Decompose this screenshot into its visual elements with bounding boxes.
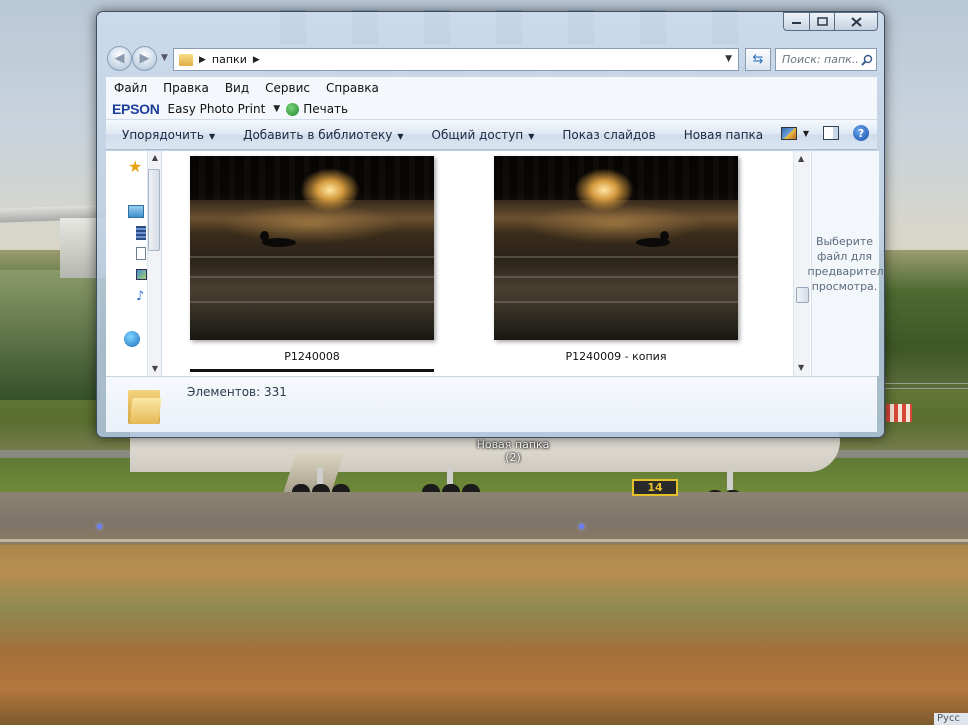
search-box[interactable]: Поиск: папк...: [775, 48, 877, 71]
new-folder-button[interactable]: Новая папка: [684, 128, 763, 142]
forward-arrow-icon: ▶: [139, 51, 150, 66]
scroll-up-icon[interactable]: ▲: [798, 154, 804, 163]
breadcrumb-folder[interactable]: папки: [212, 53, 247, 66]
close-button[interactable]: [834, 12, 878, 31]
music-icon[interactable]: ♪: [136, 289, 144, 304]
striped-marker: [886, 404, 912, 422]
close-icon: [850, 16, 862, 27]
photo-thumbnail[interactable]: [190, 156, 434, 340]
libraries-icon[interactable]: [128, 205, 144, 218]
epson-logo: EPSON: [112, 101, 160, 117]
network-icon[interactable]: [124, 331, 140, 347]
scroll-up-icon[interactable]: ▲: [152, 153, 158, 162]
print-icon: [286, 102, 300, 116]
menu-edit[interactable]: Правка: [163, 81, 209, 95]
share-label: Общий доступ: [431, 127, 524, 142]
organize-button[interactable]: Упорядочить ▼: [122, 128, 215, 142]
folder-icon: [179, 53, 193, 66]
menu-view[interactable]: Вид: [225, 81, 249, 95]
navpane-scroll-thumb[interactable]: [148, 169, 160, 251]
gear-strut: [727, 470, 733, 490]
photo-thumbnail[interactable]: [494, 156, 738, 340]
details-pane: Элементов: 331: [106, 376, 877, 432]
organize-label: Упорядочить: [122, 127, 204, 142]
epson-print-button[interactable]: Печать: [303, 102, 348, 116]
maximize-button[interactable]: [809, 12, 834, 31]
runway-light: [579, 524, 584, 529]
navpane-scrollbar[interactable]: ▲ ▼: [147, 151, 161, 376]
language-indicator[interactable]: Русс: [934, 713, 968, 725]
pictures-icon[interactable]: [136, 269, 147, 280]
desktop-folder-count: (2): [505, 451, 521, 464]
breadcrumb-chevron-icon[interactable]: ▶: [253, 55, 260, 65]
command-bar: Упорядочить ▼ Добавить в библиотеку ▼ Общи…: [106, 120, 877, 150]
folder-icon: [128, 386, 162, 424]
help-icon[interactable]: ?: [853, 125, 869, 141]
preview-pane-message: Выберите файл для предварительного просм…: [807, 234, 885, 293]
file-item[interactable]: P1240009 - копия: [494, 156, 738, 363]
scroll-down-icon[interactable]: ▼: [798, 363, 804, 372]
explorer-window: ◀ ▶ ▼ ▶ папки ▶ ▼ ⇆ Поиск: папк... Файл …: [96, 11, 885, 438]
back-button[interactable]: ◀: [107, 46, 132, 71]
epson-dropdown-icon[interactable]: ▼: [273, 104, 280, 114]
file-name[interactable]: P1240008: [190, 350, 434, 363]
refresh-icon: ⇆: [752, 52, 764, 67]
tree-line-left: [0, 270, 100, 400]
breadcrumb-chevron-icon[interactable]: ▶: [199, 55, 206, 65]
forward-button[interactable]: ▶: [132, 46, 157, 71]
preview-pane: Выберите файл для предварительного просм…: [807, 151, 885, 376]
navigation-row: ◀ ▶ ▼ ▶ папки ▶ ▼ ⇆ Поиск: папк...: [105, 45, 877, 71]
scroll-down-icon[interactable]: ▼: [152, 364, 158, 373]
menu-bar: Файл Правка Вид Сервис Справка: [106, 77, 877, 99]
command-bar-right: ▼ ?: [780, 125, 869, 141]
content-area: ★ ♪ ▲ ▼ P1240008 P1240009 - копия ▲ ▼ Вы…: [106, 151, 885, 376]
chevron-down-icon: ▼: [528, 131, 535, 141]
preview-pane-icon[interactable]: [823, 126, 839, 140]
change-view-icon[interactable]: [780, 126, 797, 140]
recent-pages-dropdown[interactable]: ▼: [161, 53, 168, 63]
video-library-icon[interactable]: [136, 226, 146, 240]
documents-icon[interactable]: [136, 247, 146, 260]
maximize-icon: [816, 17, 828, 26]
item-count: Элементов: 331: [187, 385, 287, 399]
file-list: P1240008 P1240009 - копия: [163, 151, 793, 376]
address-bar[interactable]: ▶ папки ▶ ▼: [173, 48, 739, 71]
chevron-down-icon: ▼: [208, 131, 216, 141]
desktop-folder-new[interactable]: Новая папка (2): [470, 438, 556, 464]
next-row-thumbnail-edge: [190, 369, 434, 372]
slideshow-button[interactable]: Показ слайдов: [562, 128, 655, 142]
search-icon[interactable]: [858, 54, 876, 66]
chevron-down-icon: ▼: [397, 131, 404, 141]
epson-toolbar: EPSON Easy Photo Print ▼ Печать: [106, 99, 877, 120]
address-history-dropdown[interactable]: ▼: [725, 54, 732, 64]
epson-app-button[interactable]: Easy Photo Print: [168, 102, 266, 116]
refresh-button[interactable]: ⇆: [745, 48, 771, 71]
runway-stripe: [0, 539, 968, 542]
file-name[interactable]: P1240009 - копия: [494, 350, 738, 363]
favorites-star-icon[interactable]: ★: [128, 157, 142, 176]
fence: [884, 383, 968, 389]
desktop-folder-label: Новая папка: [476, 438, 550, 451]
dry-grass: [0, 545, 968, 725]
minimize-icon: [791, 21, 801, 24]
search-input[interactable]: Поиск: папк...: [782, 53, 858, 66]
file-item[interactable]: P1240008: [190, 156, 434, 363]
menu-file[interactable]: Файл: [114, 81, 147, 95]
window-controls: [783, 12, 878, 31]
view-dropdown-icon[interactable]: ▼: [803, 129, 809, 138]
share-button[interactable]: Общий доступ ▼: [432, 128, 535, 142]
add-library-label: Добавить в библиотеку: [243, 127, 393, 142]
navigation-pane[interactable]: ★ ♪ ▲ ▼: [106, 151, 162, 376]
minimize-button[interactable]: [783, 12, 809, 31]
runway-light: [97, 524, 102, 529]
menu-tools[interactable]: Сервис: [265, 81, 310, 95]
runway-sign: 14: [632, 479, 678, 496]
menu-help[interactable]: Справка: [326, 81, 379, 95]
runway: [0, 492, 968, 544]
back-arrow-icon: ◀: [114, 51, 125, 66]
add-to-library-button[interactable]: Добавить в библиотеку ▼: [243, 128, 403, 142]
